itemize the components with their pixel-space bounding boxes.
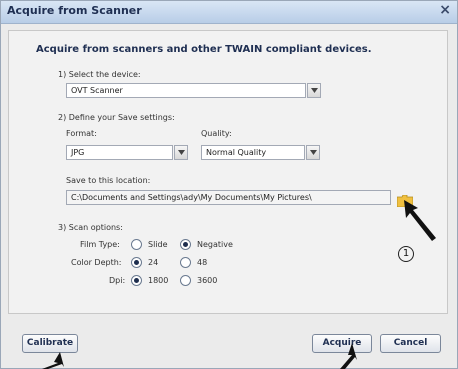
format-label: Format:	[66, 129, 97, 138]
film-type-negative-label: Negative	[197, 240, 233, 249]
color-depth-label: Color Depth:	[71, 258, 122, 267]
scan-options-section-label: 3) Scan options:	[58, 223, 123, 232]
dpi-3600-label: 3600	[197, 276, 218, 285]
dpi-3600-radio[interactable]	[180, 275, 191, 286]
dpi-1800-label: 1800	[148, 276, 169, 285]
chevron-down-icon	[311, 88, 318, 93]
arrow-pointer-icon	[42, 352, 64, 369]
format-select[interactable]: JPG	[66, 145, 173, 160]
format-dropdown-button[interactable]	[174, 145, 188, 160]
location-field[interactable]: C:\Documents and Settings\ady\My Documen…	[66, 190, 391, 205]
film-type-label: Film Type:	[80, 240, 120, 249]
color-depth-24-radio[interactable]	[131, 257, 142, 268]
quality-label: Quality:	[201, 129, 232, 138]
title-bar[interactable]: Acquire from Scanner ×	[1, 1, 457, 24]
cancel-button[interactable]: Cancel	[380, 334, 441, 353]
location-label: Save to this location:	[66, 176, 151, 185]
color-depth-24-label: 24	[148, 258, 159, 267]
color-depth-48-radio[interactable]	[180, 257, 191, 268]
device-section-label: 1) Select the device:	[58, 70, 141, 79]
step-number-callout: 1	[398, 246, 414, 262]
dpi-label: Dpi:	[109, 276, 126, 285]
arrow-pointer-icon	[404, 200, 436, 241]
dpi-1800-radio[interactable]	[131, 275, 142, 286]
film-type-slide-radio[interactable]	[131, 239, 142, 250]
calibrate-button[interactable]: Calibrate	[22, 334, 78, 353]
chevron-down-icon	[178, 150, 185, 155]
window-title: Acquire from Scanner	[7, 4, 142, 17]
color-depth-48-label: 48	[197, 258, 208, 267]
quality-dropdown-button[interactable]	[306, 145, 320, 160]
device-dropdown-button[interactable]	[307, 83, 321, 98]
close-button[interactable]: ×	[439, 2, 451, 18]
film-type-negative-radio[interactable]	[180, 239, 191, 250]
save-settings-section-label: 2) Define your Save settings:	[58, 113, 175, 122]
quality-select[interactable]: Normal Quality	[201, 145, 305, 160]
dialog-heading: Acquire from scanners and other TWAIN co…	[36, 44, 372, 55]
chevron-down-icon	[310, 150, 317, 155]
device-select[interactable]: OVT Scanner	[66, 83, 306, 98]
arrow-pointer-icon	[340, 343, 357, 369]
film-type-slide-label: Slide	[148, 240, 168, 249]
